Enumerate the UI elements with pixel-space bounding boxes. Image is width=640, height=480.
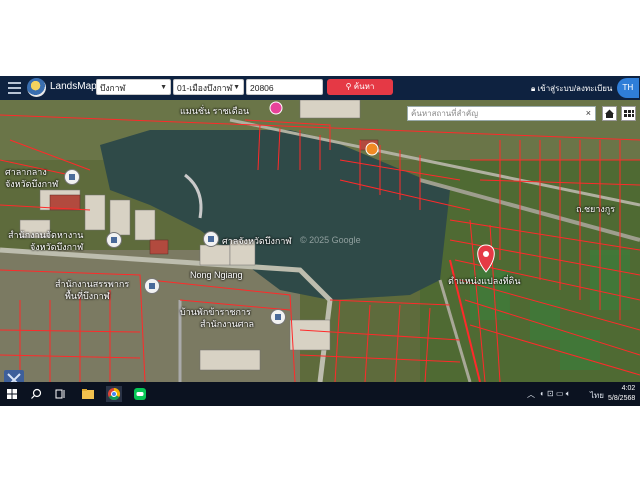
screen: LandsMaps บึงกาฬ ▼ 01-เมืองบึงกาฬ ▼ 2080… xyxy=(0,76,640,406)
building-icon[interactable] xyxy=(64,169,80,185)
map-label-provincial-court: ศาลจังหวัดบึงกาฬ xyxy=(222,236,292,246)
building-icon[interactable] xyxy=(203,231,219,247)
tray-chevron-icon[interactable]: ︿ xyxy=(527,389,535,400)
search-button[interactable]: ⚲ ค้นหา xyxy=(327,79,393,95)
map-label-city-hall-sub: จังหวัดบึงกาฬ xyxy=(5,179,59,189)
landmark-search-placeholder: ค้นหาสถานที่สำคัญ xyxy=(411,109,479,118)
login-link[interactable]: 🔒︎ เข้าสู่ระบบ/ลงทะเบียน xyxy=(531,82,612,95)
province-select-value: บึงกาฬ xyxy=(100,83,126,93)
language-button[interactable]: TH xyxy=(617,78,639,98)
landsmaps-logo xyxy=(27,78,46,97)
building-icon[interactable] xyxy=(106,232,122,248)
clock-time: 4:02 xyxy=(621,385,636,392)
search-icon: ⚲ xyxy=(345,82,354,91)
task-view-icon[interactable] xyxy=(52,386,68,402)
close-icon[interactable]: × xyxy=(586,107,591,120)
map-label-nong-ngiang: Nong Ngiang xyxy=(190,270,243,280)
system-clock[interactable]: 4:02 5/8/2568 xyxy=(608,384,635,404)
brand-title: LandsMaps xyxy=(50,81,102,92)
province-select[interactable]: บึงกาฬ ▼ xyxy=(96,79,171,95)
search-icon[interactable] xyxy=(28,386,44,402)
map-label-road: ถ.ชยางกูร xyxy=(576,204,616,214)
keyboard-language[interactable]: ไทย xyxy=(590,389,604,402)
chevron-down-icon: ▼ xyxy=(160,84,167,91)
map-label-village: แมนชั่น ราชเดือน xyxy=(180,106,250,116)
chevron-down-icon: ▼ xyxy=(233,84,240,91)
menu-icon[interactable] xyxy=(8,82,21,94)
map-label-housing-sub: สำนักงานศาล xyxy=(200,319,255,329)
map-watermark: © 2025 Google xyxy=(300,235,361,245)
layers-icon[interactable] xyxy=(4,370,24,382)
home-icon[interactable] xyxy=(602,106,617,121)
parcel-number-input[interactable]: 20806 xyxy=(246,79,323,95)
map-label-revenue-office-sub: พื้นที่บึงกาฬ xyxy=(65,291,110,301)
building-icon[interactable] xyxy=(270,309,286,325)
tray-status-icons[interactable]: ◐ ⊡ ▭ 🔈︎ xyxy=(540,389,571,399)
login-link-label: เข้าสู่ระบบ/ลงทะเบียน xyxy=(537,84,613,93)
map-label-parcel-pin: ตำแหน่งแปลงที่ดิน xyxy=(448,276,521,286)
grid-icon[interactable] xyxy=(621,106,636,121)
landmark-search-input[interactable]: ค้นหาสถานที่สำคัญ × xyxy=(407,106,596,121)
map-label-employment-office-sub: จังหวัดบึงกาฬ xyxy=(30,242,84,252)
search-button-label: ค้นหา xyxy=(353,82,375,91)
windows-taskbar: ︿ ◐ ⊡ ▭ 🔈︎ ไทย 4:02 5/8/2568 xyxy=(0,382,640,406)
windows-start-icon[interactable] xyxy=(4,386,20,402)
district-select-value: 01-เมืองบึงกาฬ xyxy=(177,83,233,93)
top-navbar: LandsMaps บึงกาฬ ▼ 01-เมืองบึงกาฬ ▼ 2080… xyxy=(0,76,640,100)
clock-date: 5/8/2568 xyxy=(608,395,636,402)
satellite-map[interactable]: ค้นหาสถานที่สำคัญ × แมนชั่น ราชเดือน ศาล… xyxy=(0,100,640,382)
chrome-icon[interactable] xyxy=(106,386,122,402)
line-app-icon[interactable] xyxy=(132,386,148,402)
building-icon[interactable] xyxy=(144,278,160,294)
district-select[interactable]: 01-เมืองบึงกาฬ ▼ xyxy=(173,79,244,95)
file-explorer-icon[interactable] xyxy=(80,386,96,402)
